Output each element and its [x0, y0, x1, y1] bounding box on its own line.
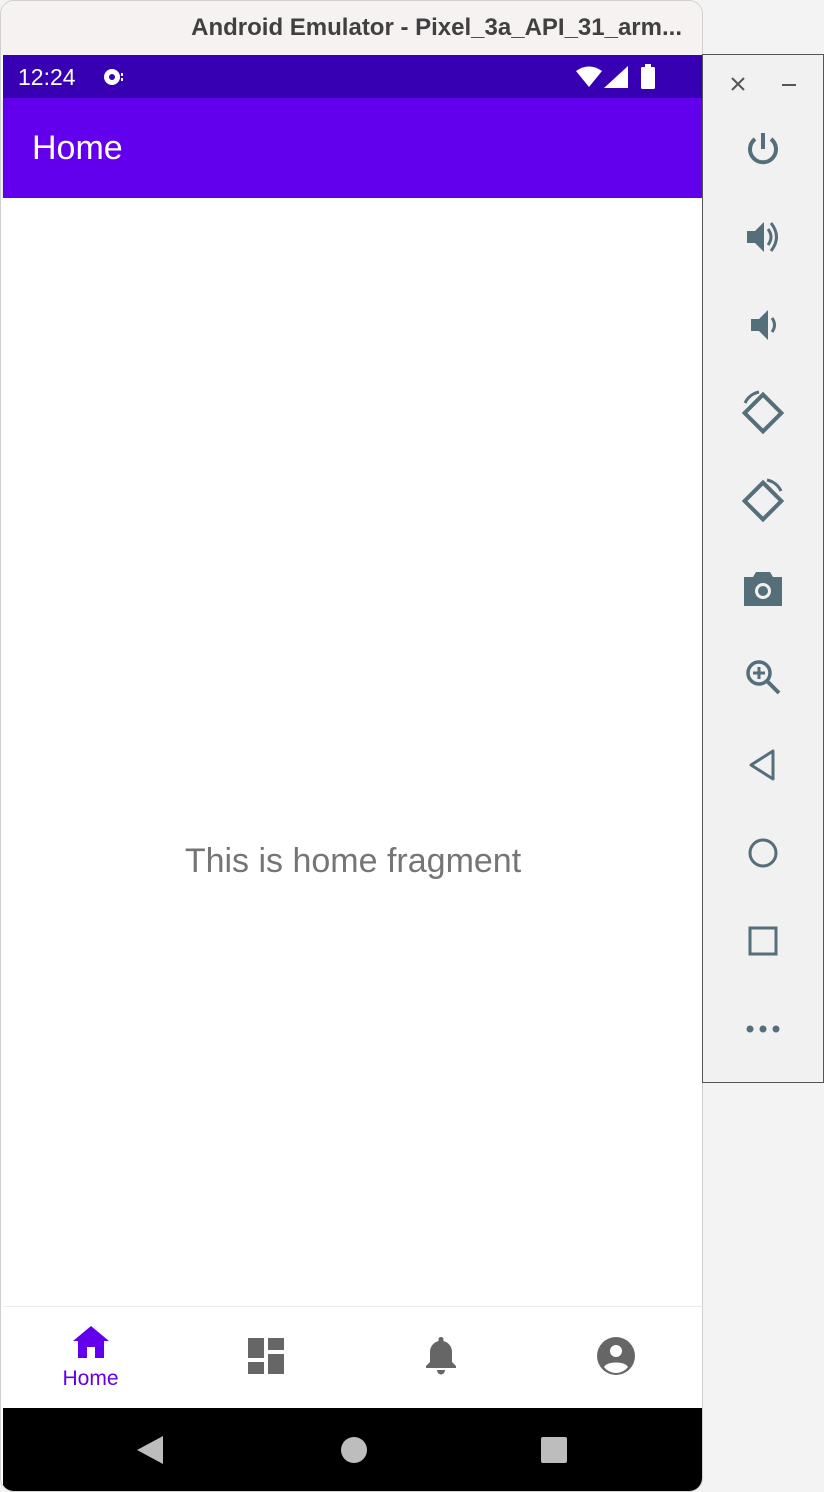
rotate-left-icon — [739, 389, 787, 442]
window-titlebar[interactable]: Android Emulator - Pixel_3a_API_31_arm..… — [1, 1, 702, 55]
home-icon — [746, 836, 780, 875]
power-icon — [743, 129, 783, 174]
nav-item-dashboard[interactable] — [178, 1307, 353, 1409]
volume-down-icon — [743, 305, 783, 350]
back-button[interactable] — [703, 737, 823, 797]
screenshot-button[interactable] — [703, 561, 823, 621]
power-button[interactable] — [703, 121, 823, 181]
notification-icon — [101, 64, 127, 90]
emulator-window: Android Emulator - Pixel_3a_API_31_arm..… — [0, 0, 703, 1492]
home-message: This is home fragment — [184, 842, 522, 880]
home-button[interactable] — [703, 825, 823, 885]
status-bar: 12:24 — [3, 55, 702, 98]
nav-item-notifications[interactable] — [353, 1307, 528, 1409]
minimize-icon[interactable] — [781, 73, 797, 99]
overview-icon — [746, 924, 780, 963]
rotate-right-icon — [739, 477, 787, 530]
volume-up-icon — [743, 217, 783, 262]
volume-up-button[interactable] — [703, 209, 823, 269]
account-icon — [596, 1336, 635, 1380]
back-icon — [747, 747, 779, 788]
close-icon[interactable] — [729, 73, 747, 99]
more-icon — [745, 1022, 781, 1040]
recents-icon[interactable] — [539, 1434, 569, 1471]
notifications-icon — [425, 1336, 457, 1380]
home-fragment: This is home fragment — [3, 198, 702, 1306]
home-circle-icon[interactable] — [339, 1434, 369, 1471]
overview-button[interactable] — [703, 913, 823, 973]
home-icon — [72, 1325, 109, 1363]
zoom-icon — [743, 657, 783, 702]
more-button[interactable] — [703, 1001, 823, 1061]
nav-item-account[interactable] — [528, 1307, 702, 1409]
app-bar: Home — [3, 98, 702, 198]
status-time: 12:24 — [18, 64, 76, 90]
signal-icon — [604, 66, 628, 93]
emulator-controls-panel — [702, 54, 824, 1083]
window-title: Android Emulator - Pixel_3a_API_31_arm..… — [191, 14, 682, 41]
zoom-button[interactable] — [703, 649, 823, 709]
rotate-right-button[interactable] — [703, 473, 823, 533]
system-navigation-bar — [3, 1408, 702, 1491]
back-icon[interactable] — [135, 1434, 165, 1471]
battery-icon — [641, 64, 655, 94]
nav-item-home[interactable]: Home — [3, 1307, 178, 1409]
volume-down-button[interactable] — [703, 297, 823, 357]
nav-item-home-label: Home — [62, 1366, 119, 1390]
dashboard-icon — [247, 1337, 284, 1379]
wifi-icon — [576, 66, 602, 93]
rotate-left-button[interactable] — [703, 385, 823, 445]
camera-icon — [742, 570, 784, 613]
app-bar-title: Home — [32, 129, 123, 167]
bottom-navigation: Home — [3, 1306, 702, 1409]
